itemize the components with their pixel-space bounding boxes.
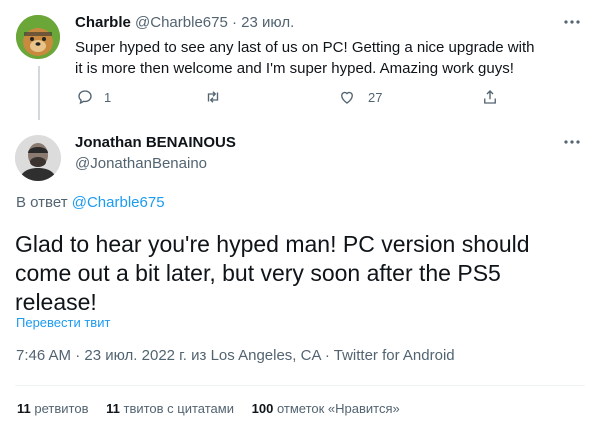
separator-dot: · <box>232 14 237 31</box>
share-icon <box>484 90 496 104</box>
parent-tweet-text: Super hyped to see any last of us on PC!… <box>75 39 535 77</box>
main-tweet-text: Glad to hear you're hyped man! PC versio… <box>15 231 530 315</box>
quotes-stat[interactable]: 11 твитов с цитатами <box>106 401 238 416</box>
quotes-count: 11 <box>106 401 120 416</box>
thread-line <box>38 66 40 120</box>
divider <box>15 385 585 386</box>
retweets-label: ретвитов <box>34 401 89 416</box>
parent-author-name[interactable]: Charble <box>75 14 131 31</box>
tweet-time[interactable]: 7:46 AM <box>16 347 71 364</box>
reply-count: 1 <box>104 89 112 105</box>
tweet-source[interactable]: Twitter for Android <box>334 347 455 364</box>
parent-tweet-header: Charble @Charble675 · 23 июл. <box>75 14 294 31</box>
engagement-stats: 11 ретвитов 11 твитов с цитатами 100 отм… <box>17 401 400 416</box>
tweet-date[interactable]: 23 июл. 2022 г. из <box>84 347 206 364</box>
avatar-charble[interactable] <box>16 15 60 59</box>
meta-dot: · <box>324 347 330 364</box>
main-author-name[interactable]: Jonathan BENAINOUS <box>75 134 236 151</box>
main-author-handle[interactable]: @JonathanBenaino <box>75 155 207 172</box>
parent-author-handle[interactable]: @Charble675 <box>135 14 228 31</box>
more-icon[interactable] <box>562 12 582 37</box>
tweet-metadata: 7:46 AM · 23 июл. 2022 г. из Los Angeles… <box>16 347 455 364</box>
likes-label: отметок «Нравится» <box>276 401 400 416</box>
meta-dot: · <box>75 347 81 364</box>
retweets-stat[interactable]: 11 ретвитов <box>17 401 92 416</box>
parent-date[interactable]: 23 июл. <box>241 14 294 31</box>
likes-stat[interactable]: 100 отметок «Нравится» <box>252 401 400 416</box>
reply-handle-link[interactable]: @Charble675 <box>72 194 165 211</box>
quotes-label: твитов с цитатами <box>123 401 234 416</box>
translate-tweet-link[interactable]: Перевести твит <box>16 315 110 330</box>
likes-count: 100 <box>251 401 274 416</box>
tweet-location[interactable]: Los Angeles, CA <box>211 347 321 364</box>
retweet-icon <box>207 91 219 103</box>
reply-prefix: В ответ <box>16 194 68 211</box>
share-button[interactable] <box>481 88 499 106</box>
avatar-jonathan[interactable] <box>15 135 61 181</box>
like-count: 27 <box>368 89 383 105</box>
retweets-count: 11 <box>17 401 31 416</box>
like-button[interactable]: 27 <box>338 88 382 106</box>
reply-context: В ответ @Charble675 <box>16 194 165 211</box>
reply-icon <box>78 90 92 105</box>
like-icon <box>341 91 353 104</box>
more-icon[interactable] <box>562 132 582 157</box>
retweet-button[interactable] <box>204 88 222 106</box>
reply-button[interactable]: 1 <box>76 88 111 106</box>
